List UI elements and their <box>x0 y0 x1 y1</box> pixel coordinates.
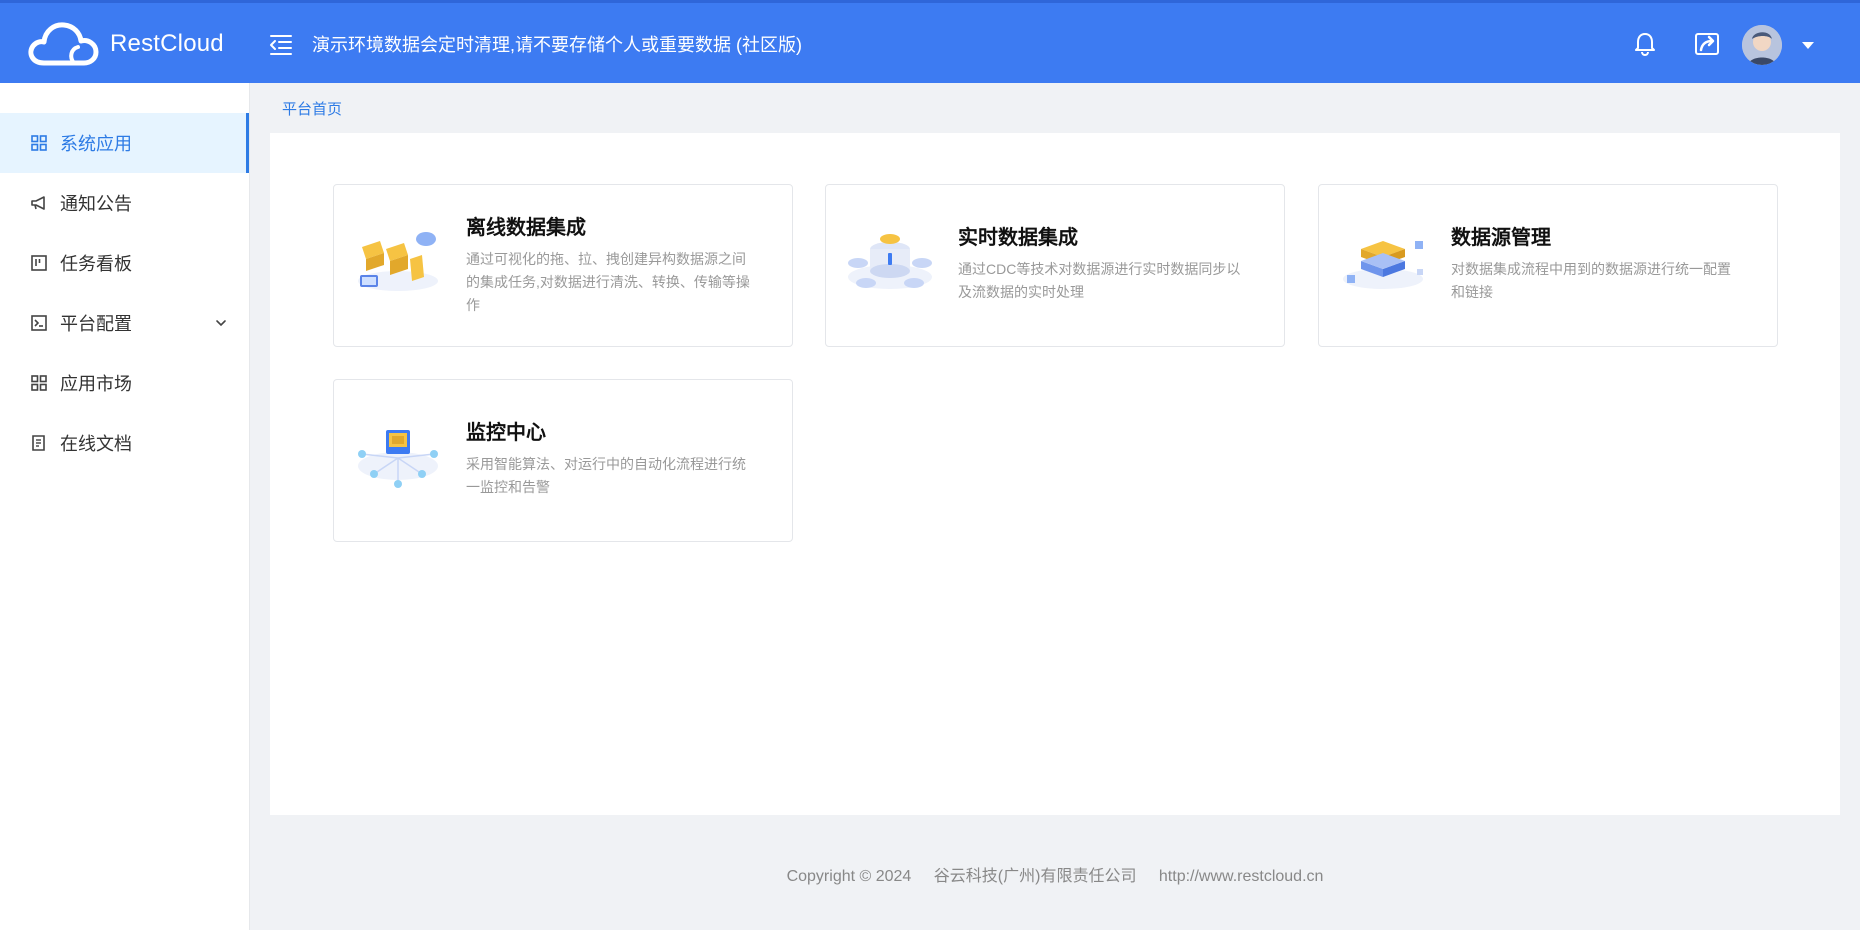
sidebar-item-label: 通知公告 <box>60 194 132 214</box>
restcloud-logo[interactable]: RestCloud <box>24 17 224 71</box>
demo-notice: 演示环境数据会定时清理,请不要存储个人或重要数据 (社区版) <box>312 35 802 55</box>
sidebar-item-label: 在线文档 <box>60 434 132 454</box>
card-description: 通过CDC等技术对数据源进行实时数据同步以及流数据的实时处理 <box>958 261 1241 300</box>
terminal-icon <box>31 315 47 331</box>
grid-icon <box>31 375 47 391</box>
card-monitoring-center[interactable]: 监控中心 采用智能算法、对运行中的自动化流程进行统一监控和告警 <box>333 379 793 542</box>
card-realtime-integration[interactable]: 实时数据集成 通过CDC等技术对数据源进行实时数据同步以及流数据的实时处理 <box>825 184 1285 347</box>
kanban-icon <box>31 255 47 271</box>
etl-illustration-icon <box>358 232 438 291</box>
sidebar-item-system-apps[interactable]: 系统应用 <box>0 113 249 173</box>
grid-icon <box>31 135 47 151</box>
document-icon <box>32 435 45 451</box>
brand-name: RestCloud <box>110 30 224 57</box>
menu-fold-icon[interactable] <box>268 31 294 57</box>
card-title: 监控中心 <box>466 422 546 444</box>
cdc-illustration-icon <box>848 234 932 289</box>
megaphone-icon <box>31 196 45 210</box>
sidebar-item-label: 任务看板 <box>60 254 132 274</box>
user-avatar[interactable] <box>1742 25 1782 65</box>
bell-icon[interactable] <box>1630 29 1660 59</box>
footer-copyright: Copyright © 2024 <box>786 868 912 885</box>
caret-down-icon[interactable] <box>1800 39 1816 51</box>
card-offline-integration[interactable]: 离线数据集成 通过可视化的拖、拉、拽创建异构数据源之间的集成任务,对数据进行清洗… <box>333 184 793 347</box>
sidebar-item-platform-config[interactable]: 平台配置 <box>0 293 249 353</box>
sidebar-item-announcements[interactable]: 通知公告 <box>0 173 249 233</box>
share-icon[interactable] <box>1692 29 1722 59</box>
footer: Copyright © 2024 谷云科技(广州)有限责任公司 http://w… <box>270 862 1840 886</box>
app-panel: 离线数据集成 通过可视化的拖、拉、拽创建异构数据源之间的集成任务,对数据进行清洗… <box>270 133 1840 815</box>
sidebar-item-label: 系统应用 <box>60 134 132 154</box>
card-title: 实时数据集成 <box>958 227 1078 249</box>
monitor-illustration-icon <box>358 430 438 488</box>
footer-url[interactable]: http://www.restcloud.cn <box>1159 868 1324 885</box>
sidebar: 系统应用 通知公告 任务看板 平台配置 应用市场 在线文档 <box>0 83 250 930</box>
datasource-illustration-icon <box>1343 241 1423 289</box>
chevron-down-icon <box>216 320 226 327</box>
sidebar-item-label: 平台配置 <box>60 314 132 334</box>
card-title: 数据源管理 <box>1451 227 1551 249</box>
top-header: RestCloud 演示环境数据会定时清理,请不要存储个人或重要数据 (社区版) <box>0 0 1860 83</box>
sidebar-item-label: 应用市场 <box>60 374 132 394</box>
card-description: 采用智能算法、对运行中的自动化流程进行统一监控和告警 <box>466 456 746 495</box>
sidebar-item-app-market[interactable]: 应用市场 <box>0 353 249 413</box>
card-datasource-management[interactable]: 数据源管理 对数据集成流程中用到的数据源进行统一配置和链接 <box>1318 184 1778 347</box>
footer-company: 谷云科技(广州)有限责任公司 <box>933 868 1137 885</box>
cloud-logo-icon <box>28 22 99 66</box>
card-title: 离线数据集成 <box>466 217 586 239</box>
sidebar-item-online-docs[interactable]: 在线文档 <box>0 413 249 473</box>
sidebar-item-task-board[interactable]: 任务看板 <box>0 233 249 293</box>
card-description: 通过可视化的拖、拉、拽创建异构数据源之间的集成任务,对数据进行清洗、转换、传输等… <box>466 251 750 313</box>
breadcrumb-home[interactable]: 平台首页 <box>282 98 342 119</box>
card-description: 对数据集成流程中用到的数据源进行统一配置和链接 <box>1451 261 1731 300</box>
